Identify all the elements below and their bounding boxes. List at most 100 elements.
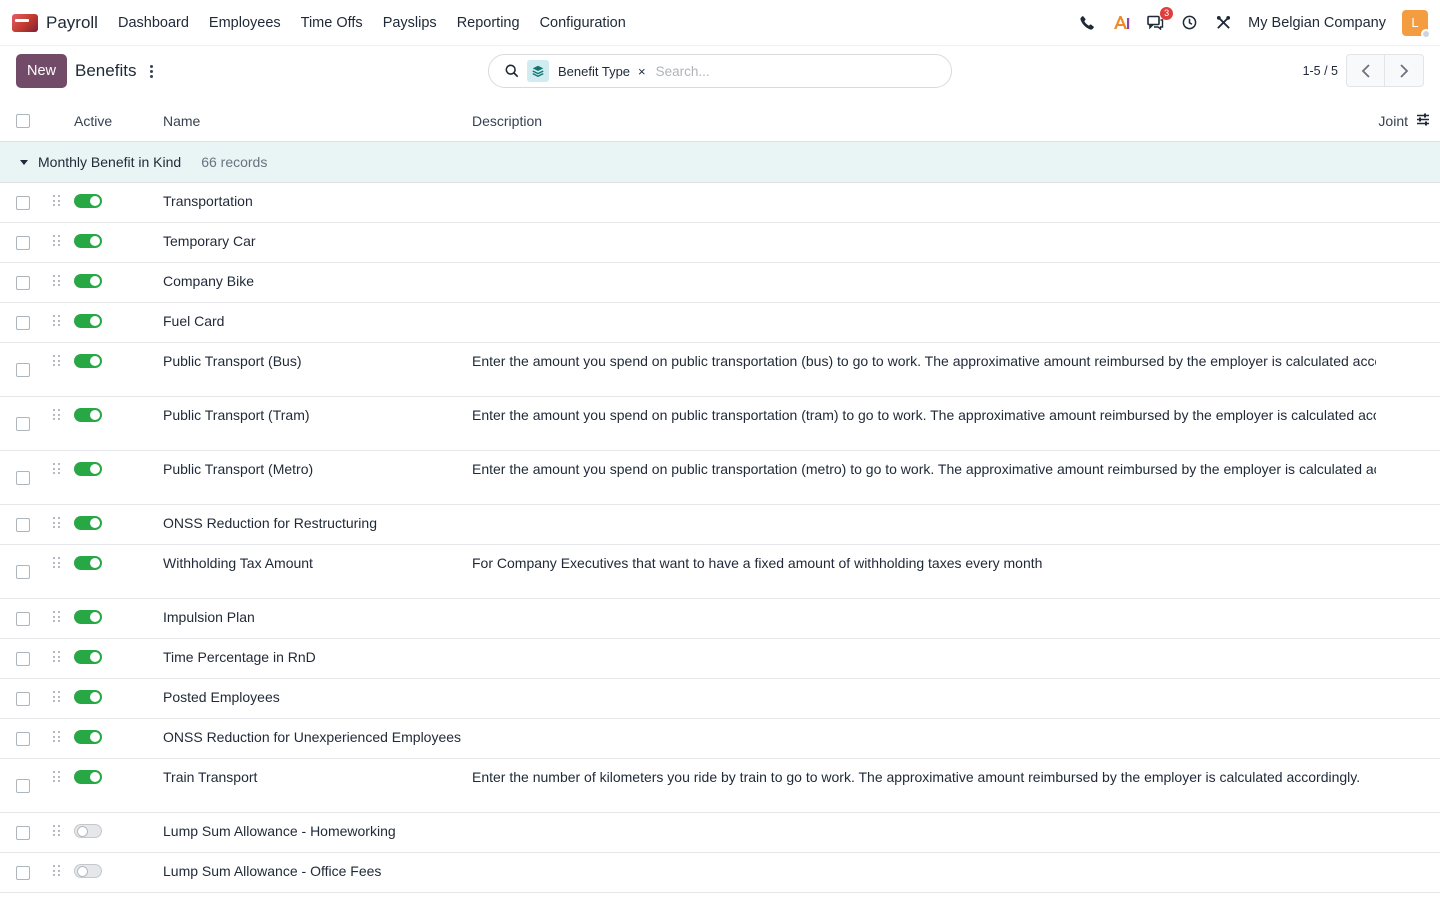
drag-handle-icon[interactable] <box>53 355 61 367</box>
search-bar[interactable]: Benefit Type × <box>488 54 952 88</box>
row-checkbox[interactable] <box>16 652 30 666</box>
active-toggle[interactable] <box>74 314 102 328</box>
active-toggle[interactable] <box>74 516 102 530</box>
row-checkbox[interactable] <box>16 417 30 431</box>
new-button[interactable]: New <box>16 54 68 88</box>
menu-reporting[interactable]: Reporting <box>457 15 520 31</box>
search-icon[interactable] <box>505 64 519 78</box>
active-toggle[interactable] <box>74 556 102 570</box>
pager-next-button[interactable] <box>1385 54 1424 87</box>
active-toggle[interactable] <box>74 194 102 208</box>
cell-name: Time Percentage in RnD <box>163 649 316 665</box>
row-checkbox[interactable] <box>16 236 30 250</box>
active-toggle[interactable] <box>74 690 102 704</box>
row-checkbox[interactable] <box>16 565 30 579</box>
column-header-joint[interactable]: Joint <box>1378 113 1408 129</box>
drag-handle-icon[interactable] <box>53 825 61 837</box>
app-name[interactable]: Payroll <box>46 13 98 33</box>
row-checkbox[interactable] <box>16 779 30 793</box>
drag-handle-icon[interactable] <box>53 235 61 247</box>
menu-employees[interactable]: Employees <box>209 15 281 31</box>
drag-handle-icon[interactable] <box>53 557 61 569</box>
active-toggle[interactable] <box>74 274 102 288</box>
table-row[interactable]: Fuel Card <box>0 303 1440 343</box>
drag-handle-icon[interactable] <box>53 865 61 877</box>
drag-handle-icon[interactable] <box>53 463 61 475</box>
table-row[interactable]: Train Transport Enter the number of kilom… <box>0 759 1440 813</box>
drag-handle-icon[interactable] <box>53 731 61 743</box>
layers-icon <box>527 60 549 82</box>
row-checkbox[interactable] <box>16 518 30 532</box>
table-row[interactable]: Posted Employees <box>0 679 1440 719</box>
table-row[interactable]: ONSS Reduction for Unexperienced Employe… <box>0 719 1440 759</box>
row-checkbox[interactable] <box>16 316 30 330</box>
table-row[interactable]: Withholding Tax Amount For Company Execut… <box>0 545 1440 599</box>
ai-icon[interactable] <box>1112 14 1130 32</box>
active-toggle[interactable] <box>74 864 102 878</box>
active-toggle[interactable] <box>74 408 102 422</box>
active-toggle[interactable] <box>74 234 102 248</box>
select-all-checkbox[interactable] <box>16 113 30 128</box>
column-header-active[interactable]: Active <box>74 113 112 129</box>
pager-value[interactable]: 1-5 / 5 <box>1303 64 1338 78</box>
drag-handle-icon[interactable] <box>53 275 61 287</box>
table-row[interactable]: ONSS Reduction for Restructuring <box>0 505 1440 545</box>
cell-name: Lump Sum Allowance - Office Fees <box>163 863 382 879</box>
table-row[interactable]: Company Bike <box>0 263 1440 303</box>
table-row[interactable]: Transportation <box>0 183 1440 223</box>
table-row[interactable]: Temporary Car <box>0 223 1440 263</box>
drag-handle-icon[interactable] <box>53 517 61 529</box>
drag-handle-icon[interactable] <box>53 195 61 207</box>
table-row[interactable]: Time Percentage in RnD <box>0 639 1440 679</box>
row-checkbox[interactable] <box>16 196 30 210</box>
messages-icon[interactable]: 3 <box>1146 6 1174 32</box>
menu-time-offs[interactable]: Time Offs <box>301 15 363 31</box>
group-row[interactable]: Monthly Benefit in Kind 66 records <box>0 142 1440 183</box>
row-checkbox[interactable] <box>16 276 30 290</box>
column-header-description[interactable]: Description <box>472 113 542 129</box>
table-row[interactable]: Public Transport (Tram) Enter the amount … <box>0 397 1440 451</box>
menu-dashboard[interactable]: Dashboard <box>118 15 189 31</box>
active-toggle[interactable] <box>74 730 102 744</box>
table-row[interactable]: Public Transport (Bus) Enter the amount y… <box>0 343 1440 397</box>
row-checkbox[interactable] <box>16 866 30 880</box>
row-checkbox[interactable] <box>16 732 30 746</box>
menu-payslips[interactable]: Payslips <box>383 15 437 31</box>
active-toggle[interactable] <box>74 462 102 476</box>
row-checkbox[interactable] <box>16 471 30 485</box>
table-row[interactable]: Impulsion Plan <box>0 599 1440 639</box>
pager-previous-button[interactable] <box>1346 54 1385 87</box>
facet-remove-icon[interactable]: × <box>638 64 646 79</box>
active-toggle[interactable] <box>74 770 102 784</box>
column-header-name[interactable]: Name <box>163 113 200 129</box>
table-row[interactable]: Lump Sum Allowance - Homeworking <box>0 813 1440 853</box>
active-toggle[interactable] <box>74 610 102 624</box>
row-checkbox[interactable] <box>16 612 30 626</box>
company-switcher[interactable]: My Belgian Company <box>1248 15 1386 31</box>
menu-configuration[interactable]: Configuration <box>540 15 626 31</box>
active-toggle[interactable] <box>74 354 102 368</box>
clock-icon[interactable] <box>1180 14 1198 32</box>
drag-handle-icon[interactable] <box>53 315 61 327</box>
active-toggle[interactable] <box>74 824 102 838</box>
cell-description: Enter the number of kilometers you ride … <box>472 769 1361 785</box>
drag-handle-icon[interactable] <box>53 691 61 703</box>
user-avatar[interactable]: L <box>1402 9 1431 39</box>
active-toggle[interactable] <box>74 650 102 664</box>
drag-handle-icon[interactable] <box>53 771 61 783</box>
table-row[interactable]: Public Transport (Metro) Enter the amount… <box>0 451 1440 505</box>
drag-handle-icon[interactable] <box>53 409 61 421</box>
main-menu: Dashboard Employees Time Offs Payslips R… <box>118 15 626 31</box>
optional-columns-icon[interactable] <box>1416 112 1430 129</box>
row-checkbox[interactable] <box>16 363 30 377</box>
payroll-app-icon[interactable] <box>12 13 38 32</box>
tools-icon[interactable] <box>1214 14 1232 32</box>
table-row[interactable]: Lump Sum Allowance - Office Fees <box>0 853 1440 893</box>
phone-icon[interactable] <box>1078 14 1096 32</box>
actions-menu-icon[interactable] <box>150 64 154 78</box>
drag-handle-icon[interactable] <box>53 611 61 623</box>
search-input[interactable] <box>655 63 941 79</box>
row-checkbox[interactable] <box>16 692 30 706</box>
row-checkbox[interactable] <box>16 826 30 840</box>
drag-handle-icon[interactable] <box>53 651 61 663</box>
